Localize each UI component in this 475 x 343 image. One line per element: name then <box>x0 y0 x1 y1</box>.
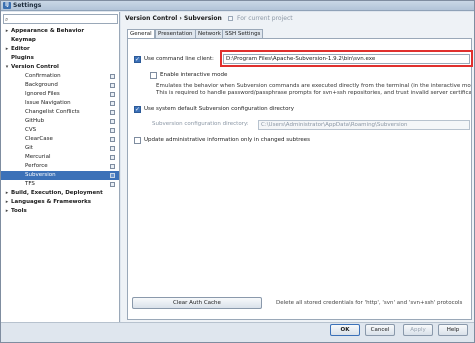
project-scope-icon <box>110 101 115 106</box>
project-scope-icon <box>110 119 115 124</box>
sidebar-item-label: Appearance & Behavior <box>11 28 85 34</box>
sidebar-item-label: Editor <box>11 46 30 52</box>
sidebar-item-changelist-conflicts[interactable]: Changelist Conflicts <box>1 108 119 117</box>
ok-button[interactable]: OK <box>330 324 360 336</box>
app-icon: IJ <box>3 2 11 9</box>
use-default-config-label: Use system default Subversion configurat… <box>144 106 294 112</box>
sidebar-item-mercurial[interactable]: Mercurial <box>1 153 119 162</box>
project-scope-icon <box>110 164 115 169</box>
sidebar-item-clearcase[interactable]: ClearCase <box>1 135 119 144</box>
window-title: Settings <box>13 2 42 9</box>
title-bar: IJ Settings <box>1 1 474 11</box>
sidebar-item-label: Ignored Files <box>25 91 60 97</box>
breadcrumb-text: Version Control › Subversion <box>125 15 222 22</box>
sidebar-item-plugins[interactable]: Plugins <box>1 54 119 63</box>
interactive-mode-description: Emulates the behavior when Subversion co… <box>156 83 471 97</box>
sidebar-item-build-execution-deployment[interactable]: ▸ Build, Execution, Deployment <box>1 189 119 198</box>
update-admin-checkbox[interactable] <box>134 137 141 144</box>
sidebar-item-label: Keymap <box>11 37 36 43</box>
project-scope-icon <box>110 110 115 115</box>
sidebar-item-label: Confirmation <box>25 73 61 79</box>
sidebar-item-label: Version Control <box>11 64 59 70</box>
settings-search-input[interactable]: ⌕ <box>3 14 118 24</box>
settings-sidebar: ⌕ ▸ Appearance & Behavior Keymap ▸ Editor Plu… <box>1 12 120 322</box>
chevron-right-icon[interactable]: ▸ <box>4 27 10 36</box>
sidebar-item-github[interactable]: GitHub <box>1 117 119 126</box>
sidebar-item-subversion[interactable]: Subversion <box>1 171 119 180</box>
sidebar-item-label: Plugins <box>11 55 34 61</box>
interactive-mode-label: Enable interactive mode <box>160 72 228 78</box>
sidebar-item-label: Mercurial <box>25 154 51 160</box>
config-dir-field[interactable]: C:\Users\Administrator\AppData\Roaming\S… <box>258 120 470 130</box>
sidebar-item-confirmation[interactable]: Confirmation <box>1 72 119 81</box>
sidebar-item-tools[interactable]: ▸ Tools <box>1 207 119 216</box>
tab-presentation[interactable]: Presentation <box>155 29 196 38</box>
project-note: For current project <box>236 15 293 22</box>
chevron-right-icon[interactable]: ▸ <box>4 198 10 207</box>
sidebar-item-tfs[interactable]: TFS <box>1 180 119 189</box>
clear-auth-description: Delete all stored credentials for 'http'… <box>276 300 463 306</box>
sidebar-item-background[interactable]: Background <box>1 81 119 90</box>
sidebar-item-label: Changelist Conflicts <box>25 109 80 115</box>
sidebar-item-label: Git <box>25 145 33 151</box>
sidebar-item-git[interactable]: Git <box>1 144 119 153</box>
footer-divider <box>1 322 474 323</box>
chevron-down-icon[interactable]: ▾ <box>4 63 10 72</box>
use-default-config-checkbox[interactable]: ✓ <box>134 106 141 113</box>
help-button[interactable]: Help <box>438 324 468 336</box>
interactive-mode-checkbox[interactable] <box>150 72 157 79</box>
sidebar-item-editor[interactable]: ▸ Editor <box>1 45 119 54</box>
sidebar-item-label: Perforce <box>25 163 48 169</box>
sidebar-item-languages-frameworks[interactable]: ▸ Languages & Frameworks <box>1 198 119 207</box>
breadcrumb: Version Control › Subversion For current… <box>125 15 293 22</box>
tab-network[interactable]: Network <box>195 29 224 38</box>
description-line: Emulates the behavior when Subversion co… <box>156 83 471 89</box>
search-icon: ⌕ <box>5 16 9 23</box>
sidebar-item-label: TFS <box>25 181 35 187</box>
use-cmd-client-label: Use command line client: <box>144 56 214 62</box>
chevron-right-icon[interactable]: ▸ <box>4 189 10 198</box>
general-panel: ✓ Use command line client: D:\Program Fi… <box>127 38 473 320</box>
sidebar-item-label: Languages & Frameworks <box>11 199 92 205</box>
cancel-button[interactable]: Cancel <box>365 324 395 336</box>
sidebar-item-label: Background <box>25 82 58 88</box>
config-dir-label: Subversion configuration directory: <box>152 121 249 127</box>
sidebar-item-cvs[interactable]: CVS <box>1 126 119 135</box>
project-scope-icon <box>110 137 115 142</box>
sidebar-item-label: Issue Navigation <box>25 100 71 106</box>
chevron-right-icon[interactable]: ▸ <box>4 45 10 54</box>
settings-tree: ▸ Appearance & Behavior Keymap ▸ Editor Plugi… <box>1 27 119 216</box>
project-scope-icon <box>110 155 115 160</box>
project-scope-icon <box>110 173 115 178</box>
sidebar-item-label: CVS <box>25 127 37 133</box>
description-line: This is required to handle password/pass… <box>156 90 471 96</box>
sidebar-item-label: GitHub <box>25 118 45 124</box>
sidebar-item-label: ClearCase <box>25 136 53 142</box>
sidebar-item-label: Tools <box>11 208 27 214</box>
sidebar-item-ignored-files[interactable]: Ignored Files <box>1 90 119 99</box>
project-scope-icon <box>110 182 115 187</box>
sidebar-item-label: Subversion <box>25 172 56 178</box>
sidebar-item-label: Build, Execution, Deployment <box>11 190 103 196</box>
apply-button[interactable]: Apply <box>403 324 433 336</box>
project-scope-icon <box>110 83 115 88</box>
sidebar-item-issue-navigation[interactable]: Issue Navigation <box>1 99 119 108</box>
sidebar-item-keymap[interactable]: Keymap <box>1 36 119 45</box>
project-scope-icon <box>110 74 115 79</box>
chevron-right-icon[interactable]: ▸ <box>4 207 10 216</box>
cmd-client-path-field[interactable]: D:\Program Files\Apache-Subversion-1.9.2… <box>223 54 470 64</box>
clear-auth-cache-button[interactable]: Clear Auth Cache <box>132 297 262 309</box>
settings-window: IJ Settings ⌕ ▸ Appearance & Behavior Keym… <box>0 0 475 343</box>
sidebar-item-appearance-behavior[interactable]: ▸ Appearance & Behavior <box>1 27 119 36</box>
sidebar-item-version-control[interactable]: ▾ Version Control <box>1 63 119 72</box>
content-area: Version Control › Subversion For current… <box>121 12 474 322</box>
tab-ssh-settings[interactable]: SSH Settings <box>222 29 264 38</box>
project-icon <box>227 16 233 21</box>
update-admin-label: Update administrative information only i… <box>144 137 311 143</box>
project-scope-icon <box>110 128 115 133</box>
project-scope-icon <box>110 146 115 151</box>
project-scope-icon <box>110 92 115 97</box>
sidebar-item-perforce[interactable]: Perforce <box>1 162 119 171</box>
use-cmd-client-checkbox[interactable]: ✓ <box>134 56 141 63</box>
